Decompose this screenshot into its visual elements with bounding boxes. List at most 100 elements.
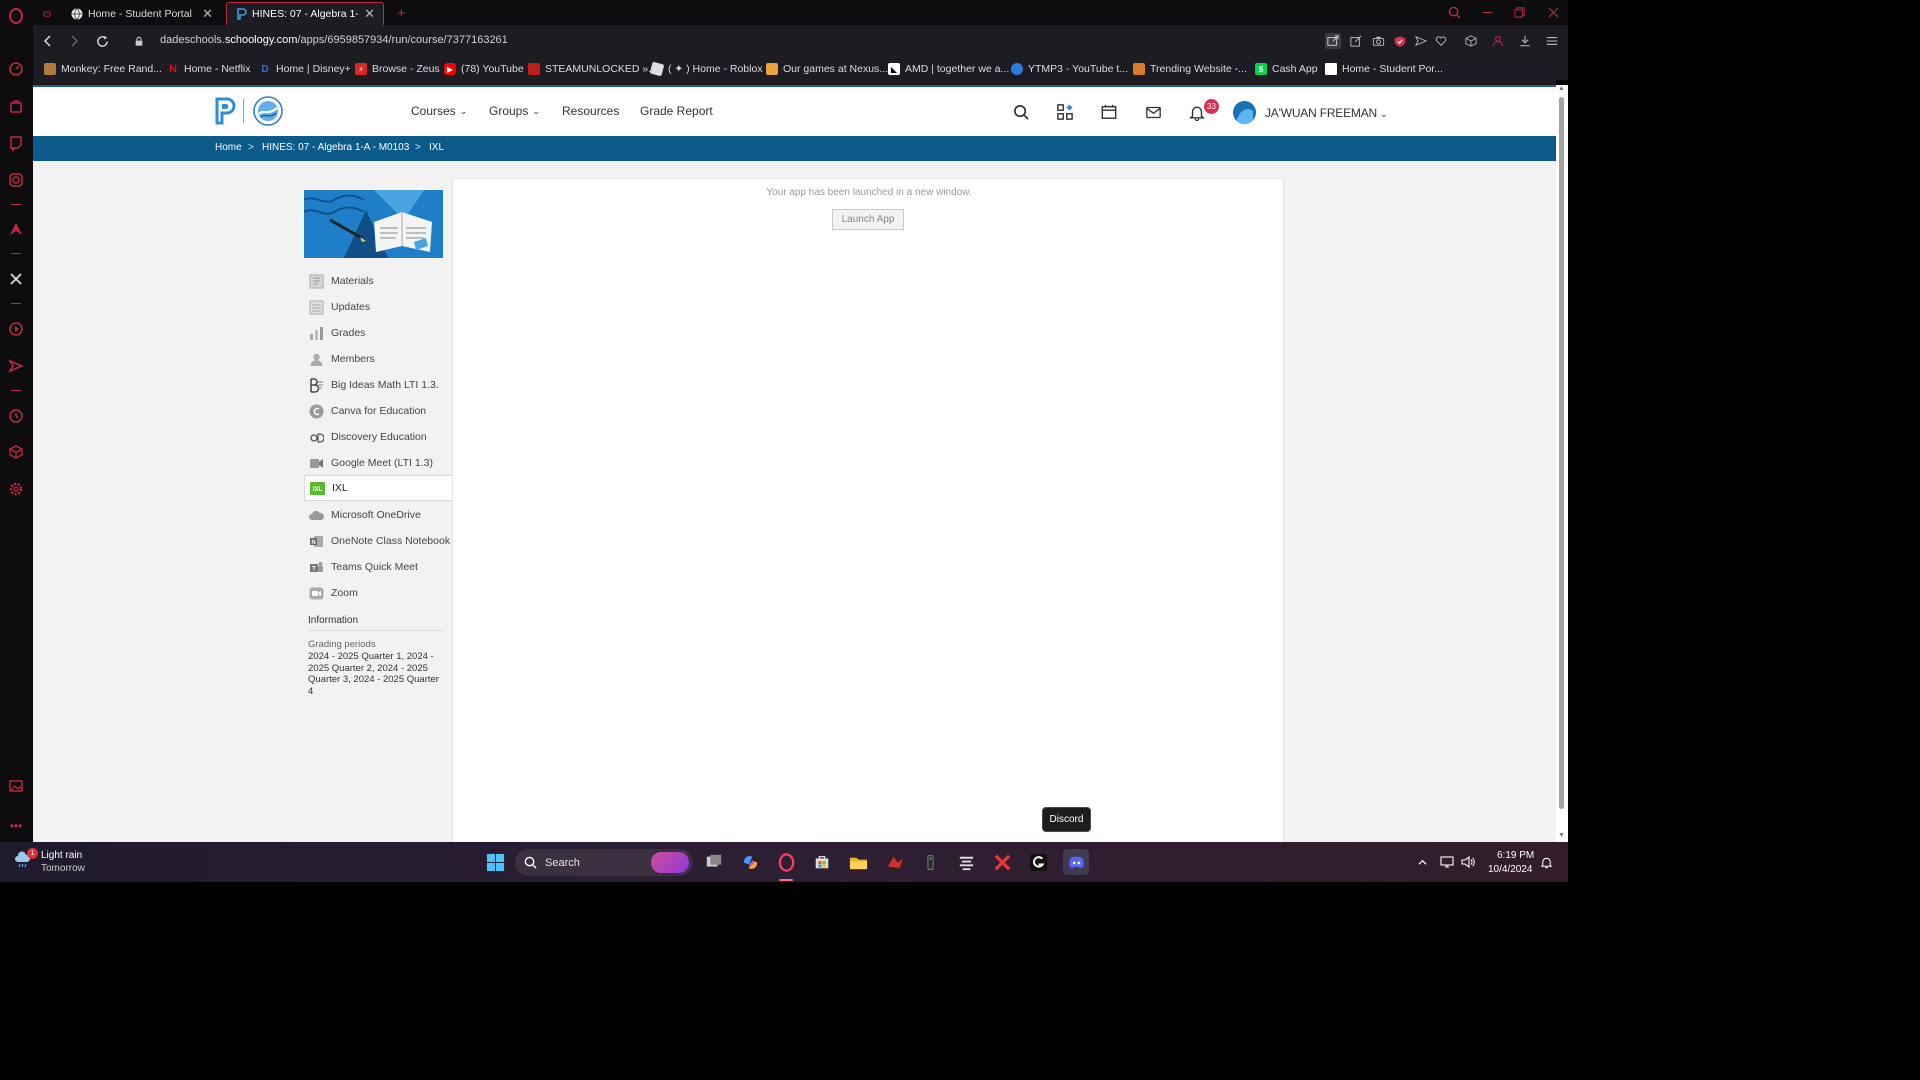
- bookmark-roblox[interactable]: ( ✦ ) Home - Roblox: [649, 61, 763, 77]
- sidebar-item-members[interactable]: Members: [304, 346, 452, 372]
- bookmark-cash-app[interactable]: $ Cash App: [1255, 61, 1318, 77]
- lock-icon[interactable]: [130, 32, 148, 50]
- minimize-button[interactable]: [1476, 3, 1498, 21]
- back-button[interactable]: [39, 32, 57, 50]
- bookmark-ytmp3[interactable]: YTMP3 - YouTube t...: [1011, 61, 1128, 77]
- task-view-icon[interactable]: [703, 851, 725, 873]
- mail-icon[interactable]: [1143, 102, 1163, 122]
- bookmark-amd[interactable]: ◣ AMD | together we a...: [888, 61, 1009, 77]
- forward-button[interactable]: [65, 32, 83, 50]
- new-tab-button[interactable]: +: [389, 2, 414, 25]
- breadcrumb-course[interactable]: HINES: 07 - Algebra 1-A - M0103: [262, 142, 409, 153]
- profile-icon[interactable]: [1490, 33, 1506, 49]
- microsoft-store-icon[interactable]: [811, 851, 833, 873]
- district-logo-icon[interactable]: [253, 96, 283, 126]
- sidebar-item-updates[interactable]: Updates: [304, 294, 452, 320]
- breadcrumb-home[interactable]: Home: [215, 142, 242, 153]
- search-icon[interactable]: [1011, 102, 1031, 122]
- tab-student-portal[interactable]: Home - Student Portal ✕: [63, 2, 221, 25]
- bookmark-netflix[interactable]: N Home - Netflix: [167, 61, 251, 77]
- sidebar-item-teams[interactable]: T Teams Quick Meet: [304, 554, 452, 580]
- bookmark-nexus[interactable]: Our games at Nexus...: [766, 61, 888, 77]
- nav-groups[interactable]: Groups ⌄: [489, 104, 540, 118]
- clock-date[interactable]: 10/4/2024: [1488, 864, 1533, 875]
- gx-corner-icon[interactable]: [35, 2, 59, 25]
- x-twitter-icon[interactable]: [6, 269, 26, 289]
- more-dots-icon[interactable]: •••: [6, 816, 26, 836]
- twitch-icon[interactable]: [6, 133, 26, 153]
- instagram-icon[interactable]: [6, 170, 26, 190]
- url-field[interactable]: dadeschools.schoology.com/apps/695985793…: [160, 34, 508, 46]
- easy-setup-menu-icon[interactable]: [1544, 33, 1560, 49]
- close-window-button[interactable]: [1542, 3, 1564, 21]
- download-icon[interactable]: [1517, 33, 1533, 49]
- steelseries-icon[interactable]: [955, 851, 977, 873]
- tab-close-icon[interactable]: ✕: [196, 6, 213, 22]
- bookmark-disney[interactable]: D Home | Disney+: [259, 61, 350, 77]
- send-icon[interactable]: [1413, 33, 1429, 49]
- sidebar-item-onenote[interactable]: N OneNote Class Notebook: [304, 528, 452, 554]
- volume-icon[interactable]: [1461, 855, 1475, 869]
- x-red-app-icon[interactable]: [991, 851, 1013, 873]
- tab-close-icon[interactable]: ✕: [358, 6, 375, 22]
- open-in-window-icon[interactable]: [1325, 33, 1341, 49]
- edit-share-icon[interactable]: [1348, 33, 1364, 49]
- wallpaper-icon[interactable]: [6, 776, 26, 796]
- bookmark-steamunlocked[interactable]: STEAMUNLOCKED »...: [528, 61, 657, 77]
- nav-courses[interactable]: Courses ⌄: [411, 104, 467, 118]
- restore-button[interactable]: [1508, 3, 1530, 21]
- sidebar-item-google-meet[interactable]: Google Meet (LTI 1.3): [304, 450, 452, 476]
- nav-resources[interactable]: Resources: [562, 104, 619, 118]
- taskbar-search[interactable]: Search: [515, 849, 693, 876]
- player-icon[interactable]: [6, 319, 26, 339]
- bookmark-zeus[interactable]: ⚡ Browse - Zeus: [355, 61, 440, 77]
- copilot-icon[interactable]: [739, 851, 761, 873]
- sidebar-item-materials[interactable]: Materials: [304, 268, 452, 294]
- settings-gear-icon[interactable]: [6, 479, 26, 499]
- heart-icon[interactable]: [1433, 33, 1449, 49]
- red-app-icon[interactable]: [884, 851, 906, 873]
- aria-icon[interactable]: [6, 219, 26, 239]
- apps-grid-icon[interactable]: [1055, 102, 1075, 122]
- bookmark-trending[interactable]: Trending Website -...: [1133, 61, 1247, 77]
- windows-start-icon[interactable]: [484, 851, 506, 873]
- opera-menu-icon[interactable]: [6, 6, 26, 26]
- extensions-cube-icon[interactable]: [1463, 33, 1479, 49]
- calendar-icon[interactable]: [1099, 102, 1119, 122]
- adblock-shield-icon[interactable]: [1392, 33, 1408, 49]
- sidebar-item-big-ideas-math[interactable]: Big Ideas Math LTI 1.3.: [304, 372, 452, 398]
- sidebar-item-onedrive[interactable]: Microsoft OneDrive: [304, 502, 452, 528]
- history-icon[interactable]: [6, 406, 26, 426]
- bookmark-monkey[interactable]: Monkey: Free Rand...: [44, 61, 162, 77]
- notification-center-bell-icon[interactable]: [1539, 855, 1553, 869]
- file-explorer-icon[interactable]: [847, 851, 869, 873]
- tab-algebra-course[interactable]: HINES: 07 - Algebra 1-A - M ✕: [226, 2, 384, 25]
- network-icon[interactable]: [1440, 855, 1454, 869]
- discord-taskbar-icon[interactable]: [1063, 849, 1089, 875]
- powerschool-logo-icon[interactable]: [213, 97, 237, 125]
- user-menu[interactable]: JA'WUAN FREEMAN ⌄: [1265, 106, 1388, 120]
- logitech-g-icon[interactable]: [1027, 851, 1049, 873]
- page-scrollbar[interactable]: ▲ ▼: [1556, 85, 1568, 842]
- sidebar-item-zoom[interactable]: Zoom: [304, 580, 452, 606]
- sidebar-item-discovery-education[interactable]: Discovery Education: [304, 424, 452, 450]
- sidebar-item-grades[interactable]: Grades: [304, 320, 452, 346]
- launch-app-button[interactable]: Launch App: [832, 209, 904, 230]
- sidebar-item-canva[interactable]: Canva for Education: [304, 398, 452, 424]
- clock-time[interactable]: 6:19 PM: [1497, 850, 1534, 861]
- bookmark-youtube[interactable]: ▶ (78) YouTube: [444, 61, 524, 77]
- send-icon[interactable]: [6, 356, 26, 376]
- scroll-up-icon[interactable]: ▲: [1558, 85, 1565, 92]
- tab-search-icon[interactable]: [1443, 3, 1465, 21]
- opera-gx-taskbar-icon[interactable]: [775, 851, 797, 873]
- sidebar-item-ixl[interactable]: IXL IXL: [304, 475, 453, 501]
- cube-icon[interactable]: [6, 442, 26, 462]
- shopping-bag-icon[interactable]: [6, 96, 26, 116]
- reload-button[interactable]: [93, 32, 111, 50]
- speed-dial-icon[interactable]: [6, 59, 26, 79]
- camera-icon[interactable]: [1370, 33, 1386, 49]
- dark-app-icon[interactable]: [919, 851, 941, 873]
- avatar[interactable]: [1233, 101, 1256, 124]
- scroll-down-icon[interactable]: ▼: [1558, 832, 1565, 839]
- bookmark-student-portal[interactable]: Home - Student Por...: [1325, 61, 1443, 77]
